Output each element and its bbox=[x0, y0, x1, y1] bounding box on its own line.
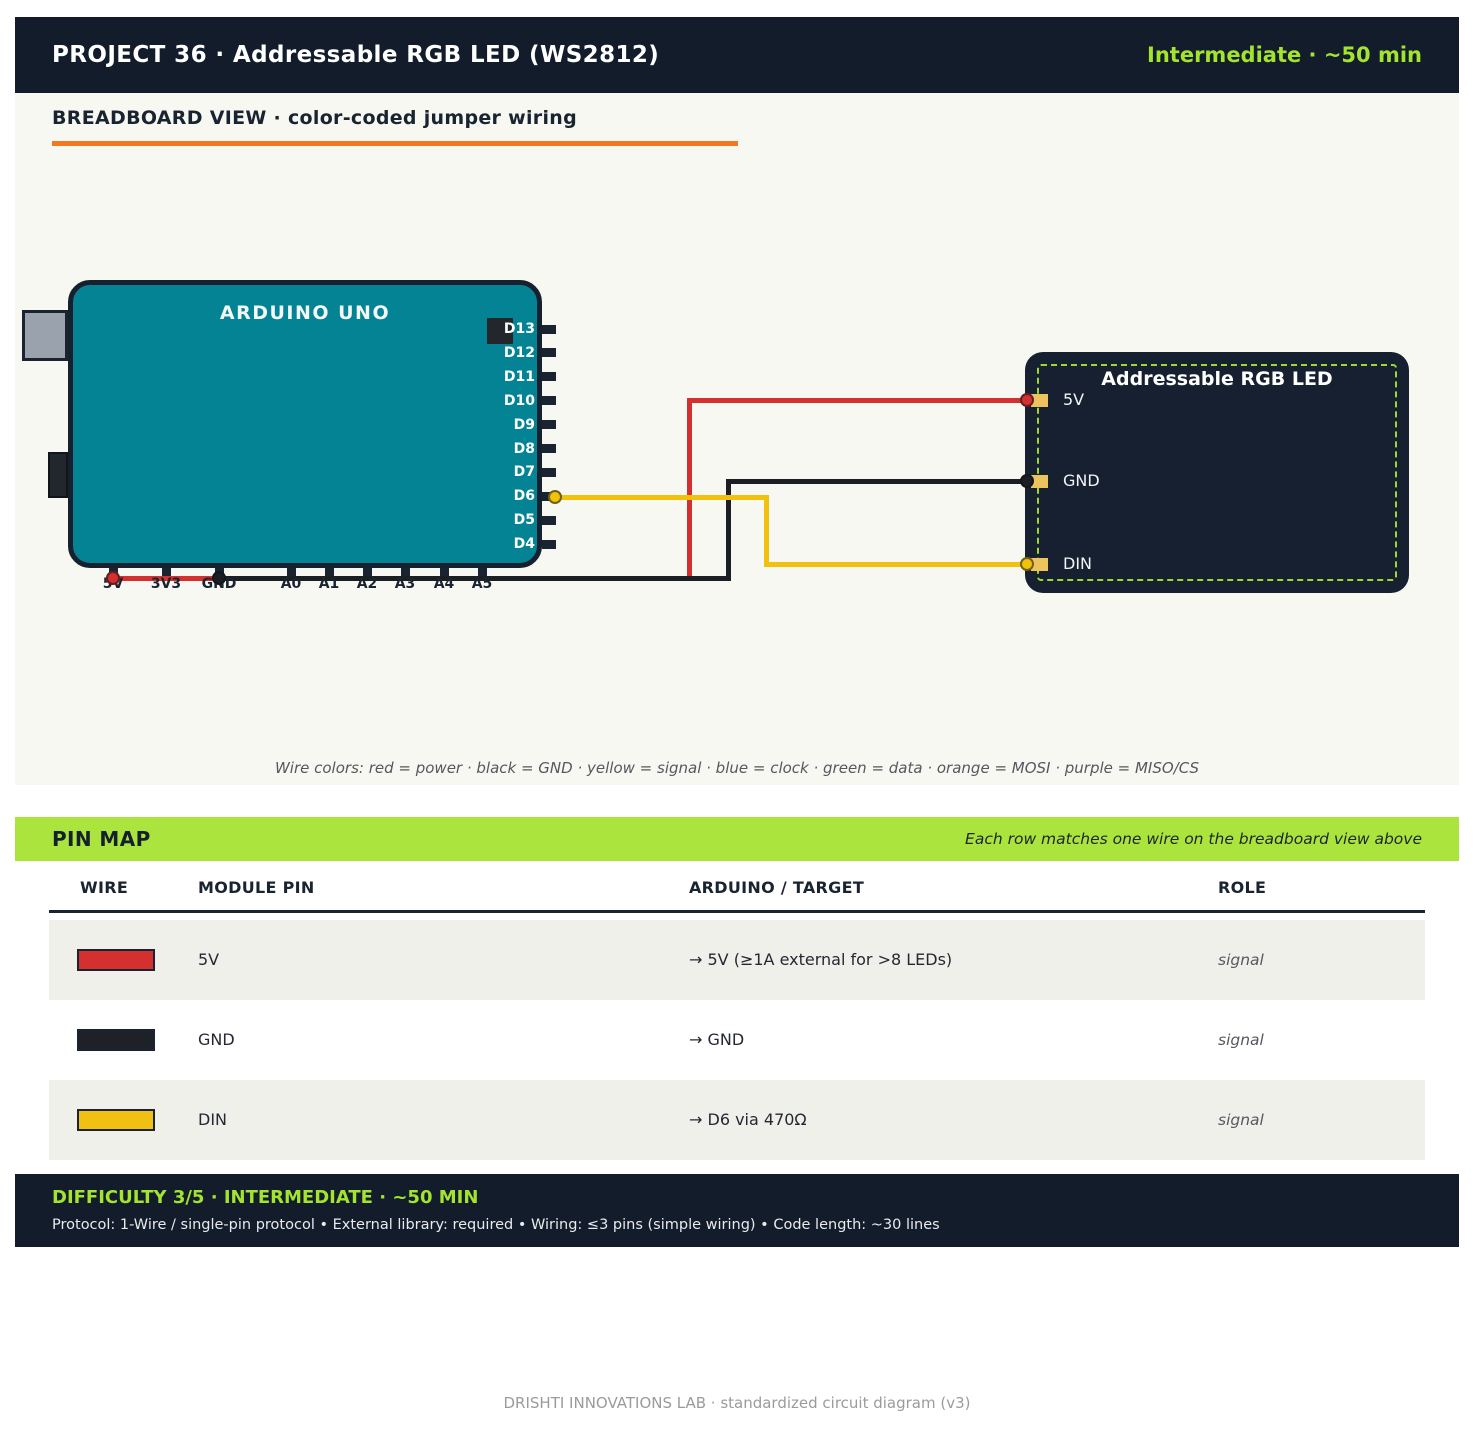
wire-color-legend: Wire colors: red = power · black = GND ·… bbox=[274, 759, 1200, 777]
digital-pin-label-d4: D4 bbox=[513, 536, 535, 553]
digital-pin-label-d7: D7 bbox=[513, 464, 535, 481]
usb-connector bbox=[22, 310, 68, 361]
details-line: Protocol: 1-Wire / single-pin protocol •… bbox=[52, 1217, 940, 1233]
digital-pin-stub bbox=[542, 467, 556, 477]
digital-pin-stub bbox=[542, 444, 556, 453]
column-header-module-pin: MODULE PIN bbox=[198, 878, 315, 897]
pin-map-title: PIN MAP bbox=[52, 827, 151, 851]
cell-module-pin: DIN bbox=[198, 1110, 228, 1129]
page-footer: DRISHTI INNOVATIONS LAB · standardized c… bbox=[503, 1394, 971, 1412]
module-pin-label-5v: 5V bbox=[1063, 390, 1085, 409]
table-rows: 5V → 5V (≥1A external for >8 LEDs) signal G… bbox=[49, 920, 1425, 1160]
info-bar: DIFFICULTY 3/5 · INTERMEDIATE · ~50 MIN … bbox=[15, 1174, 1459, 1247]
dot-gnd-module bbox=[1020, 474, 1034, 488]
column-header-wire: WIRE bbox=[80, 878, 129, 897]
cell-target: → 5V (≥1A external for >8 LEDs) bbox=[689, 950, 953, 969]
digital-pin-stub bbox=[542, 396, 556, 406]
bottom-pin-label-3v3: 3V3 bbox=[150, 576, 182, 592]
wire-swatch bbox=[77, 1029, 155, 1051]
pin-map-header: PIN MAP Each row matches one wire on the… bbox=[15, 817, 1459, 861]
module-title: Addressable RGB LED bbox=[1101, 368, 1333, 390]
cell-target: → GND bbox=[689, 1030, 745, 1049]
digital-pin-label-d6: D6 bbox=[513, 488, 535, 505]
module-pin-label-gnd: GND bbox=[1063, 471, 1100, 490]
bottom-pin-label-a5: A5 bbox=[471, 576, 493, 592]
digital-pin-label-d13: D13 bbox=[503, 321, 535, 337]
section-underline bbox=[52, 141, 738, 146]
cell-module-pin: 5V bbox=[198, 950, 220, 969]
digital-pin-stub bbox=[542, 324, 556, 334]
dot-d6-arduino bbox=[548, 490, 562, 504]
dot-5v-module bbox=[1020, 393, 1034, 407]
table-row: GND → GND signal bbox=[49, 1000, 1425, 1080]
digital-pin-label-d5: D5 bbox=[513, 512, 535, 529]
header-bar: PROJECT 36 · Addressable RGB LED (WS2812… bbox=[15, 17, 1459, 93]
table-row: 5V → 5V (≥1A external for >8 LEDs) signal bbox=[49, 920, 1425, 1000]
cell-target: → D6 via 470Ω bbox=[689, 1110, 807, 1129]
table-header-row: WIRE MODULE PIN ARDUINO / TARGET ROLE bbox=[49, 868, 1425, 910]
digital-pin-stub bbox=[542, 372, 556, 382]
page: PROJECT 36 · Addressable RGB LED (WS2812… bbox=[0, 0, 1474, 1431]
digital-pin-label-d8: D8 bbox=[513, 440, 535, 457]
module-pin-label-din: DIN bbox=[1063, 554, 1093, 573]
difficulty-line: DIFFICULTY 3/5 · INTERMEDIATE · ~50 MIN bbox=[52, 1187, 479, 1208]
digital-pin-label-d10: D10 bbox=[503, 392, 535, 409]
difficulty-badge: Intermediate · ~50 min bbox=[1147, 43, 1422, 67]
wire-red-vertical bbox=[686, 397, 692, 581]
digital-pin-stub bbox=[542, 515, 556, 525]
breadboard-section: BREADBOARD VIEW · color-coded jumper wir… bbox=[15, 93, 1459, 785]
dot-5v-arduino bbox=[106, 571, 120, 585]
dot-gnd-arduino bbox=[212, 571, 226, 585]
cell-module-pin: GND bbox=[198, 1030, 235, 1049]
cell-role: signal bbox=[1218, 1111, 1264, 1129]
wire-red-top bbox=[686, 397, 1029, 403]
wire-swatch bbox=[77, 949, 155, 971]
digital-pin-label-d12: D12 bbox=[503, 344, 535, 361]
column-header-arduino-target: ARDUINO / TARGET bbox=[689, 878, 865, 897]
pin-map-table: WIRE MODULE PIN ARDUINO / TARGET ROLE 5V → 5… bbox=[49, 868, 1425, 1160]
wire-black-top bbox=[725, 478, 1029, 484]
table-row: DIN → D6 via 470Ω signal bbox=[49, 1080, 1425, 1160]
cell-role: signal bbox=[1218, 1031, 1264, 1049]
table-divider bbox=[49, 910, 1425, 913]
wire-yellow-left bbox=[555, 494, 768, 500]
wire-swatch bbox=[77, 1109, 155, 1131]
section-title: BREADBOARD VIEW · color-coded jumper wir… bbox=[52, 107, 578, 129]
digital-pin-label-d9: D9 bbox=[513, 416, 535, 433]
column-header-role: ROLE bbox=[1218, 878, 1267, 897]
digital-pin-stub bbox=[542, 348, 556, 358]
digital-pin-stub bbox=[542, 420, 556, 430]
dot-din-module bbox=[1020, 557, 1034, 571]
wire-yellow-vertical bbox=[763, 494, 769, 567]
digital-pin-label-d11: D11 bbox=[503, 368, 535, 385]
page-title: PROJECT 36 · Addressable RGB LED (WS2812… bbox=[52, 42, 660, 68]
pin-map-subtitle: Each row matches one wire on the breadbo… bbox=[965, 830, 1422, 848]
cell-role: signal bbox=[1218, 951, 1264, 969]
wire-yellow-bottom bbox=[763, 561, 1029, 567]
digital-pin-stub bbox=[542, 539, 556, 549]
power-jack bbox=[48, 452, 68, 498]
